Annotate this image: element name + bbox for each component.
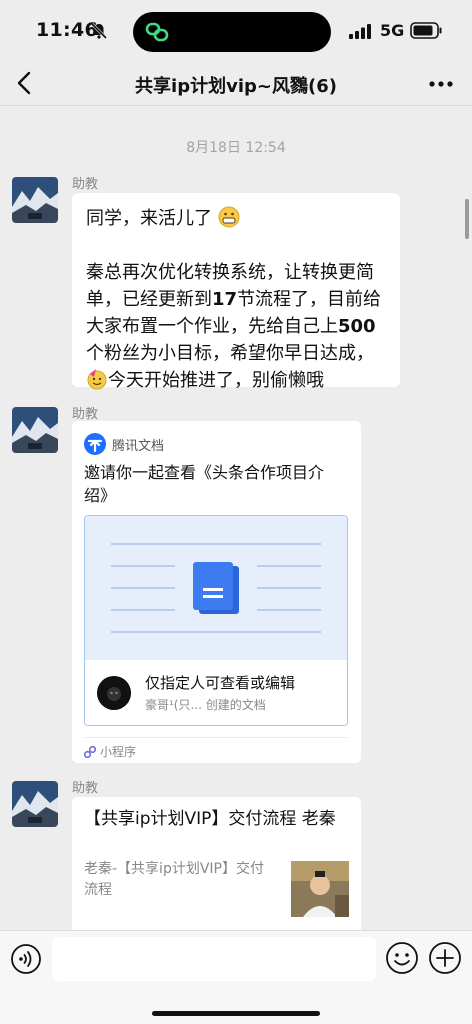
voice-icon[interactable] [10, 943, 42, 975]
mini-program-icon [84, 746, 96, 758]
chat-header: 共享ip计划vip~风鷚(6) [0, 60, 472, 106]
sender-name: 助教 [72, 781, 99, 796]
link-card[interactable]: 【共享ip计划VIP】交付流程 老秦 老秦-【共享ip计划VIP】交付流程 [72, 797, 361, 930]
doc-creator-text: 豪哥¹(只... 创建的文档 [145, 698, 266, 712]
tencent-docs-logo-icon [84, 433, 106, 455]
avatar[interactable] [12, 781, 58, 827]
input-bar [0, 930, 472, 1024]
network-label: 5G [380, 21, 405, 40]
doc-preview[interactable]: 仅指定人可查看或编辑 豪哥¹(只... 创建的文档 [84, 515, 348, 726]
message-text: 同学，来活儿了 秦总再次优化转换系统，让转换更简单，已经更新到17节流程了，目前… [86, 206, 382, 391]
dynamic-island [133, 12, 331, 52]
mountain-avatar-image [12, 177, 58, 223]
mountain-avatar-image [12, 781, 58, 827]
bell-slash-icon [90, 22, 108, 40]
document-illustration-icon [111, 543, 321, 633]
link-activity-icon [145, 22, 169, 42]
scrollbar[interactable] [465, 199, 469, 239]
avatar[interactable] [12, 407, 58, 453]
signal-bars-icon [349, 24, 371, 39]
battery-icon [410, 22, 442, 39]
mini-program-label: 小程序 [100, 745, 137, 759]
status-bar: 11:46 5G [0, 0, 472, 60]
link-title: 【共享ip计划VIP】交付流程 老秦 [84, 809, 336, 829]
doc-permission-text: 仅指定人可查看或编辑 [145, 674, 296, 692]
message-bubble[interactable]: 同学，来活儿了 秦总再次优化转换系统，让转换更简单，已经更新到17节流程了，目前… [72, 193, 400, 391]
link-thumbnail-image [291, 861, 349, 917]
doc-source-label: 腾讯文档 [112, 439, 165, 454]
mini-program-footer: 小程序 [84, 737, 348, 759]
doc-preview-image [85, 516, 347, 660]
home-indicator[interactable] [152, 1011, 320, 1016]
mountain-avatar-image [12, 407, 58, 453]
grinning-emoji-icon [218, 206, 240, 228]
message-input[interactable] [52, 937, 376, 981]
status-time: 11:46 [36, 19, 98, 41]
smiley-icon[interactable] [385, 941, 419, 975]
plus-circle-icon[interactable] [428, 941, 462, 975]
link-description: 老秦-【共享ip计划VIP】交付流程 [84, 861, 264, 898]
message-list[interactable]: 8月18日 12:54 助教 同学，来活儿了 秦总再次优化转换系统，让转换更简单… [0, 107, 472, 930]
party-face-icon [87, 369, 107, 390]
owner-avatar [97, 676, 131, 710]
message-timestamp: 8月18日 12:54 [186, 140, 286, 156]
tencent-doc-card[interactable]: 腾讯文档 邀请你一起查看《头条合作项目介绍》 仅指定人可查看或编辑 豪哥¹(只.… [72, 421, 361, 763]
avatar[interactable] [12, 177, 58, 223]
doc-title: 邀请你一起查看《头条合作项目介绍》 [84, 463, 325, 505]
chat-title: 共享ip计划vip~风鷚(6) [135, 76, 337, 97]
ellipsis-icon[interactable] [428, 80, 454, 88]
sender-name: 助教 [72, 177, 99, 192]
sender-name: 助教 [72, 407, 99, 422]
